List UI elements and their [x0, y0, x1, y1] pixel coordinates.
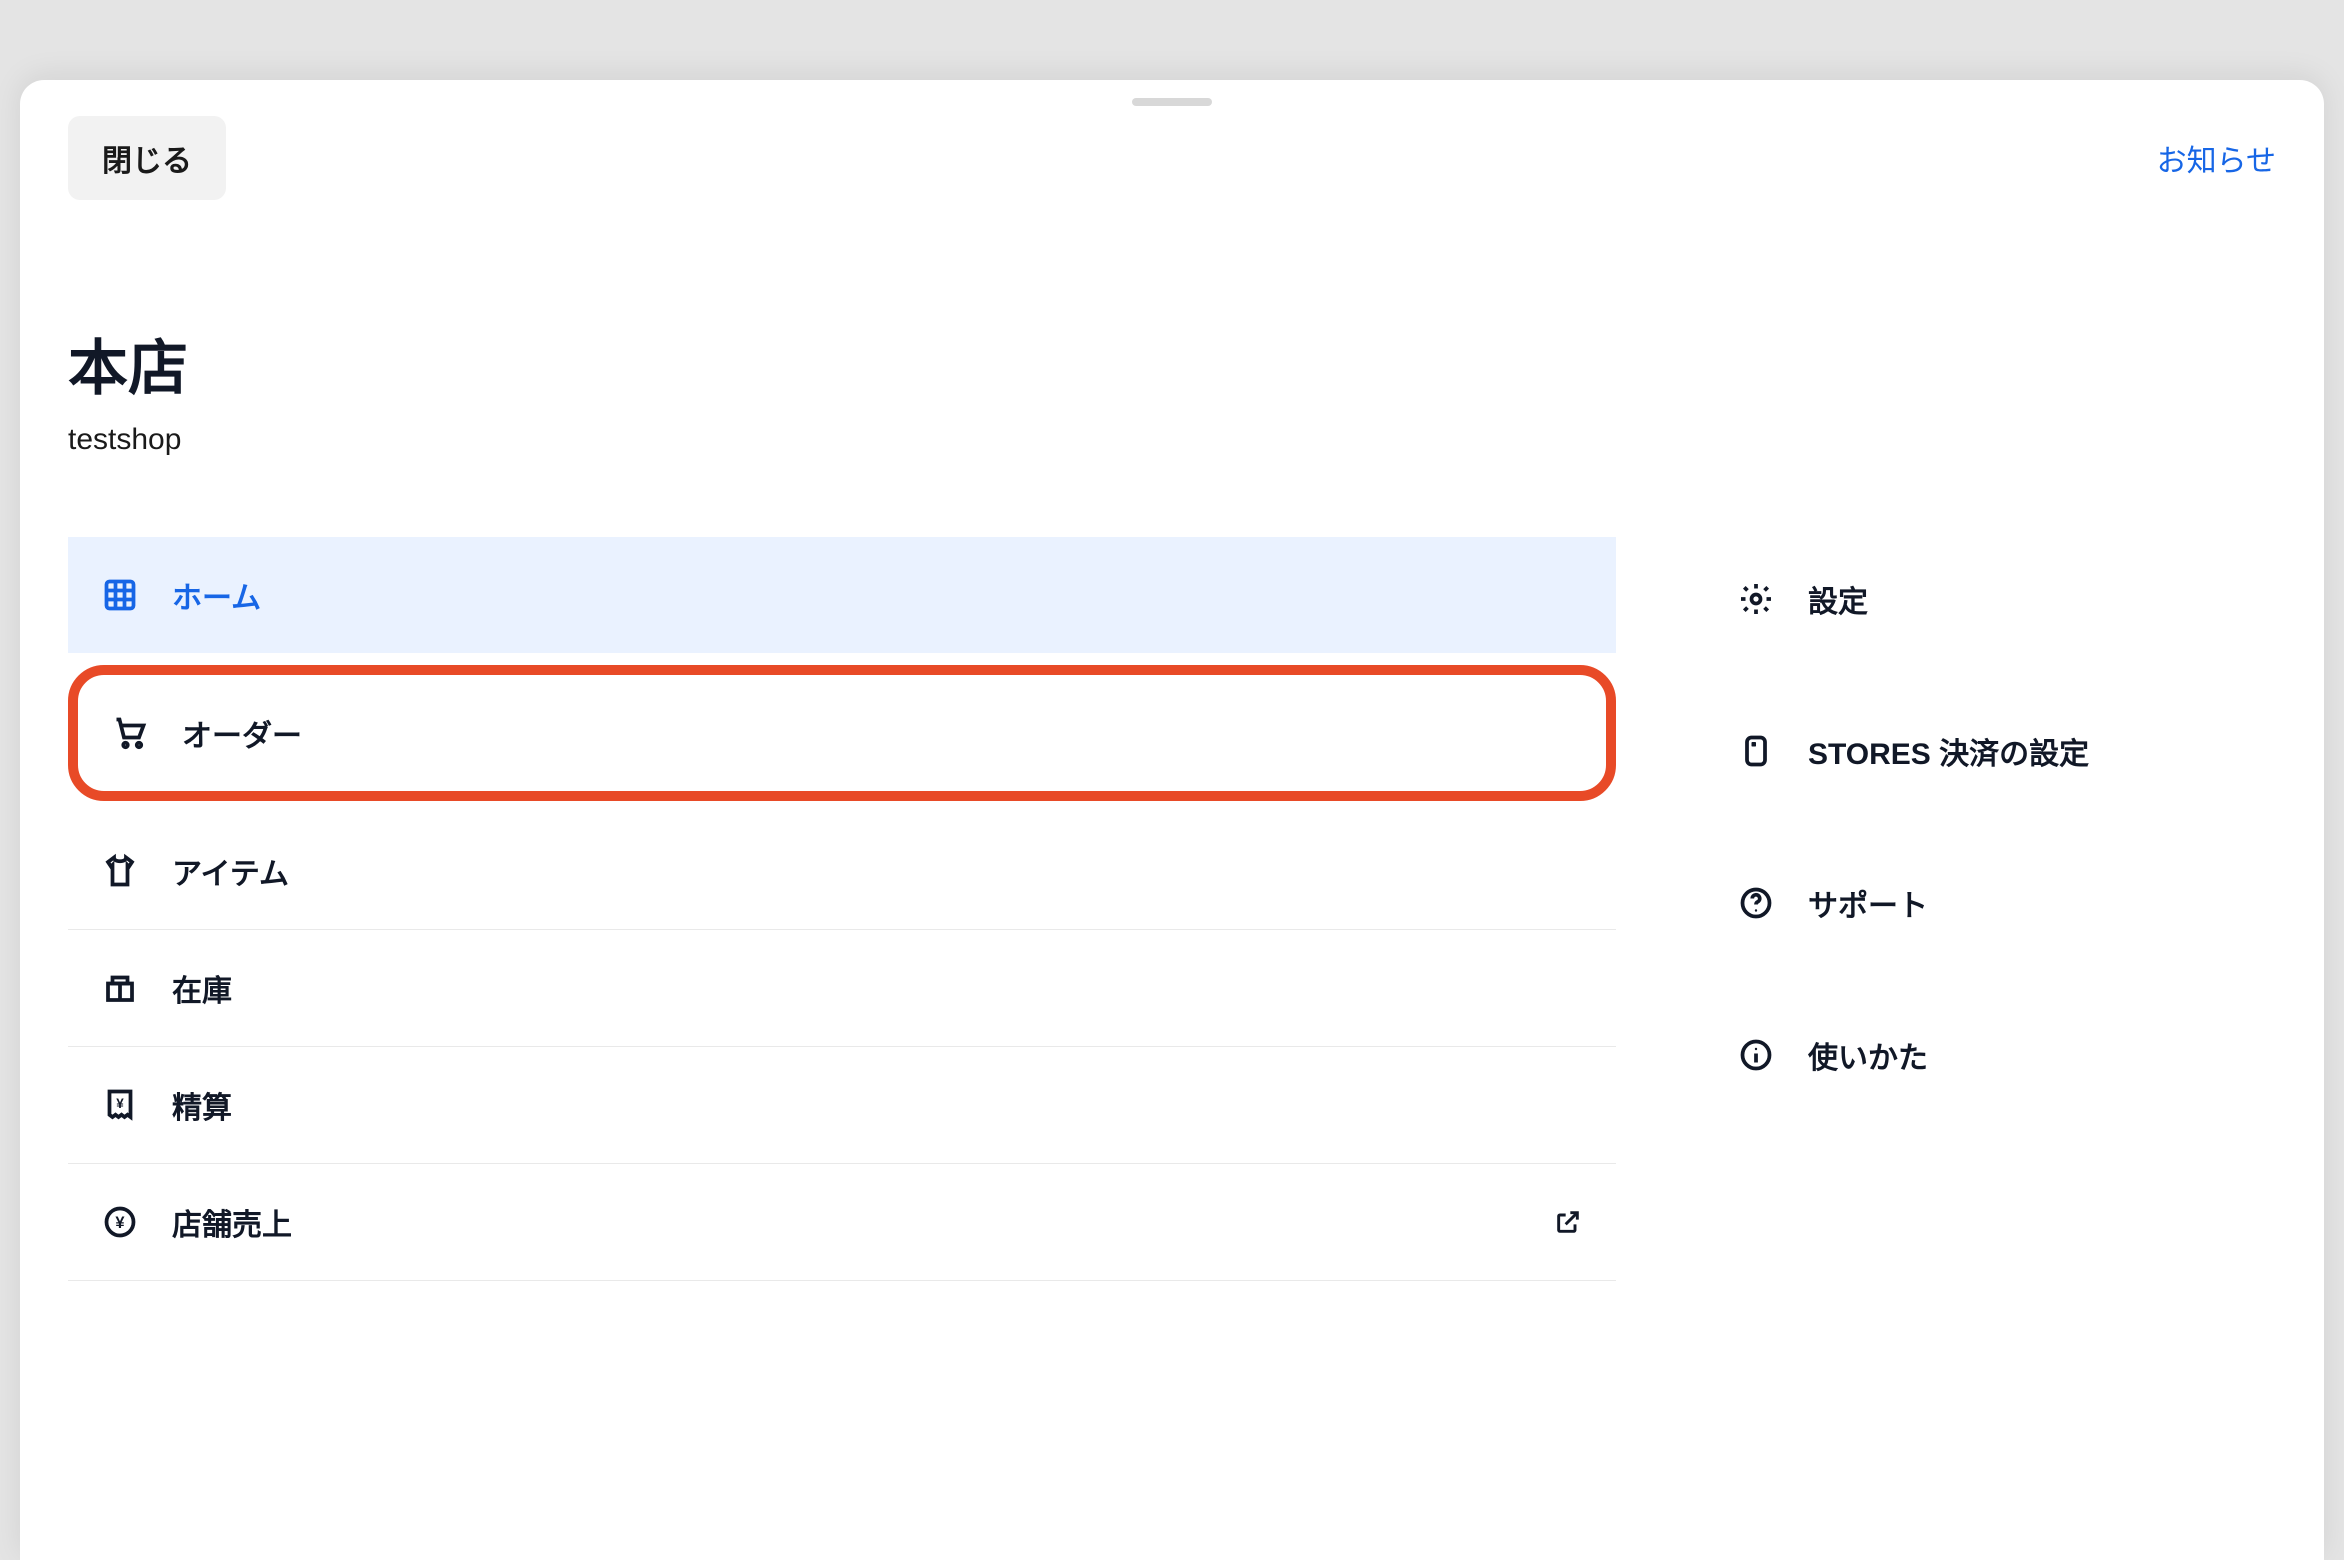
main-nav: ホーム オーダー: [68, 537, 1616, 1281]
close-button[interactable]: 閉じる: [68, 116, 226, 200]
box-icon: [100, 968, 140, 1008]
drag-handle[interactable]: [1132, 98, 1212, 106]
shirt-icon: [100, 851, 140, 891]
cart-icon: [110, 713, 150, 753]
menu-modal: 閉じる お知らせ 本店 testshop: [20, 80, 2324, 1560]
store-header: 本店 testshop: [68, 320, 2276, 457]
side-item-label: 使いかた: [1808, 1033, 1928, 1077]
content: 本店 testshop ホーム: [20, 320, 2324, 1281]
grid-icon: [100, 575, 140, 615]
side-nav: 設定 STORES 決済の設定: [1736, 537, 2276, 1281]
side-item-stores-payment[interactable]: STORES 決済の設定: [1736, 699, 2276, 803]
layout: ホーム オーダー: [68, 537, 2276, 1281]
gear-icon: [1736, 579, 1776, 619]
yen-circle-icon: ¥: [100, 1202, 140, 1242]
nav-item-label: アイテム: [172, 849, 1584, 893]
nav-item-settlement[interactable]: ¥ 精算: [68, 1047, 1616, 1164]
svg-text:¥: ¥: [115, 1214, 125, 1232]
svg-text:¥: ¥: [116, 1096, 124, 1111]
nav-item-item[interactable]: アイテム: [68, 813, 1616, 930]
side-item-support[interactable]: サポート: [1736, 851, 2276, 955]
nav-item-label: ホーム: [172, 573, 1584, 617]
side-item-label: STORES 決済の設定: [1808, 729, 2089, 773]
help-icon: [1736, 883, 1776, 923]
nav-item-order[interactable]: オーダー: [78, 675, 1606, 791]
highlight-ring-order: オーダー: [68, 665, 1616, 801]
store-subtitle: testshop: [68, 423, 2276, 457]
receipt-icon: ¥: [100, 1085, 140, 1125]
info-icon: [1736, 1035, 1776, 1075]
side-item-label: サポート: [1808, 881, 1928, 925]
nav-item-label: オーダー: [182, 711, 1574, 755]
side-item-settings[interactable]: 設定: [1736, 547, 2276, 651]
side-item-howto[interactable]: 使いかた: [1736, 1003, 2276, 1107]
news-link[interactable]: お知らせ: [2157, 136, 2276, 180]
nav-item-label: 店舗売上: [172, 1200, 1520, 1244]
nav-item-label: 精算: [172, 1083, 1584, 1127]
nav-item-stock[interactable]: 在庫: [68, 930, 1616, 1047]
external-link-icon: [1552, 1206, 1584, 1238]
nav-item-label: 在庫: [172, 966, 1584, 1010]
nav-item-home[interactable]: ホーム: [68, 537, 1616, 653]
side-item-label: 設定: [1808, 577, 1868, 621]
nav-item-sales[interactable]: ¥ 店舗売上: [68, 1164, 1616, 1281]
device-icon: [1736, 731, 1776, 771]
store-name: 本店: [68, 320, 2276, 407]
